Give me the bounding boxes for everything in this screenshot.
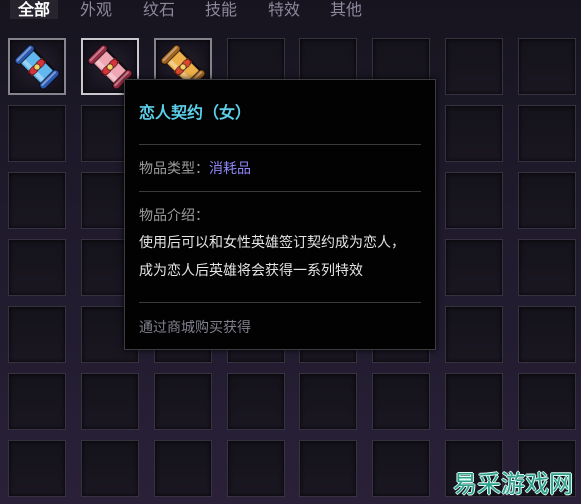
inventory-slot[interactable]	[8, 239, 66, 296]
inventory-slot[interactable]	[518, 239, 576, 296]
inventory-slot[interactable]	[445, 38, 503, 95]
inventory-slot[interactable]	[372, 440, 430, 497]
inventory-slot[interactable]	[8, 440, 66, 497]
inventory-slot[interactable]	[445, 239, 503, 296]
item-source: 通过商城购买获得	[139, 320, 251, 336]
inventory-slot[interactable]	[445, 373, 503, 430]
inventory-slot[interactable]	[227, 373, 285, 430]
tooltip-title: 恋人契约（女）	[139, 103, 252, 122]
item-type-label: 物品类型：	[139, 161, 209, 177]
tab-effect[interactable]: 特效	[260, 0, 308, 19]
inventory-slot[interactable]	[445, 172, 503, 229]
watermark: 易采游戏网	[453, 470, 573, 498]
item-type-row: 物品类型：消耗品	[139, 161, 251, 177]
tab-appearance[interactable]: 外观	[72, 0, 120, 19]
item-description-label: 物品介绍：	[139, 208, 209, 224]
inventory-slot[interactable]	[8, 38, 66, 95]
inventory-slot[interactable]	[518, 105, 576, 162]
blue-scroll-icon	[14, 44, 60, 89]
inventory-slot[interactable]	[154, 440, 212, 497]
inventory-slot[interactable]	[227, 440, 285, 497]
inventory-slot[interactable]	[8, 172, 66, 229]
inventory-slot[interactable]	[8, 105, 66, 162]
category-tabs: 全部 外观 纹石 技能 特效 其他	[0, 0, 581, 21]
inventory-slot[interactable]	[154, 373, 212, 430]
tooltip-divider	[139, 191, 421, 192]
item-type-value: 消耗品	[209, 161, 251, 177]
tooltip-divider	[139, 144, 421, 145]
inventory-slot[interactable]	[8, 373, 66, 430]
tab-all[interactable]: 全部	[10, 0, 58, 19]
inventory-slot[interactable]	[372, 373, 430, 430]
inventory-slot[interactable]	[518, 38, 576, 95]
tab-other[interactable]: 其他	[322, 0, 370, 19]
tab-skill[interactable]: 技能	[197, 0, 245, 19]
inventory-slot[interactable]	[518, 373, 576, 430]
inventory-slot[interactable]	[299, 373, 357, 430]
inventory-slot[interactable]	[518, 172, 576, 229]
inventory-slot[interactable]	[81, 373, 139, 430]
inventory-slot[interactable]	[299, 440, 357, 497]
inventory-slot[interactable]	[445, 105, 503, 162]
inventory-slot[interactable]	[81, 440, 139, 497]
inventory-slot[interactable]	[445, 306, 503, 363]
tab-rune[interactable]: 纹石	[135, 0, 183, 19]
tooltip-divider	[139, 302, 421, 303]
inventory-slot[interactable]	[518, 306, 576, 363]
inventory-slot[interactable]	[8, 306, 66, 363]
item-description-line: 成为恋人后英雄将会获得一系列特效	[139, 263, 363, 279]
item-description-line: 使用后可以和女性英雄签订契约成为恋人，	[139, 235, 405, 251]
item-tooltip: 恋人契约（女） 物品类型：消耗品 物品介绍： 使用后可以和女性英雄签订契约成为恋…	[124, 79, 436, 350]
